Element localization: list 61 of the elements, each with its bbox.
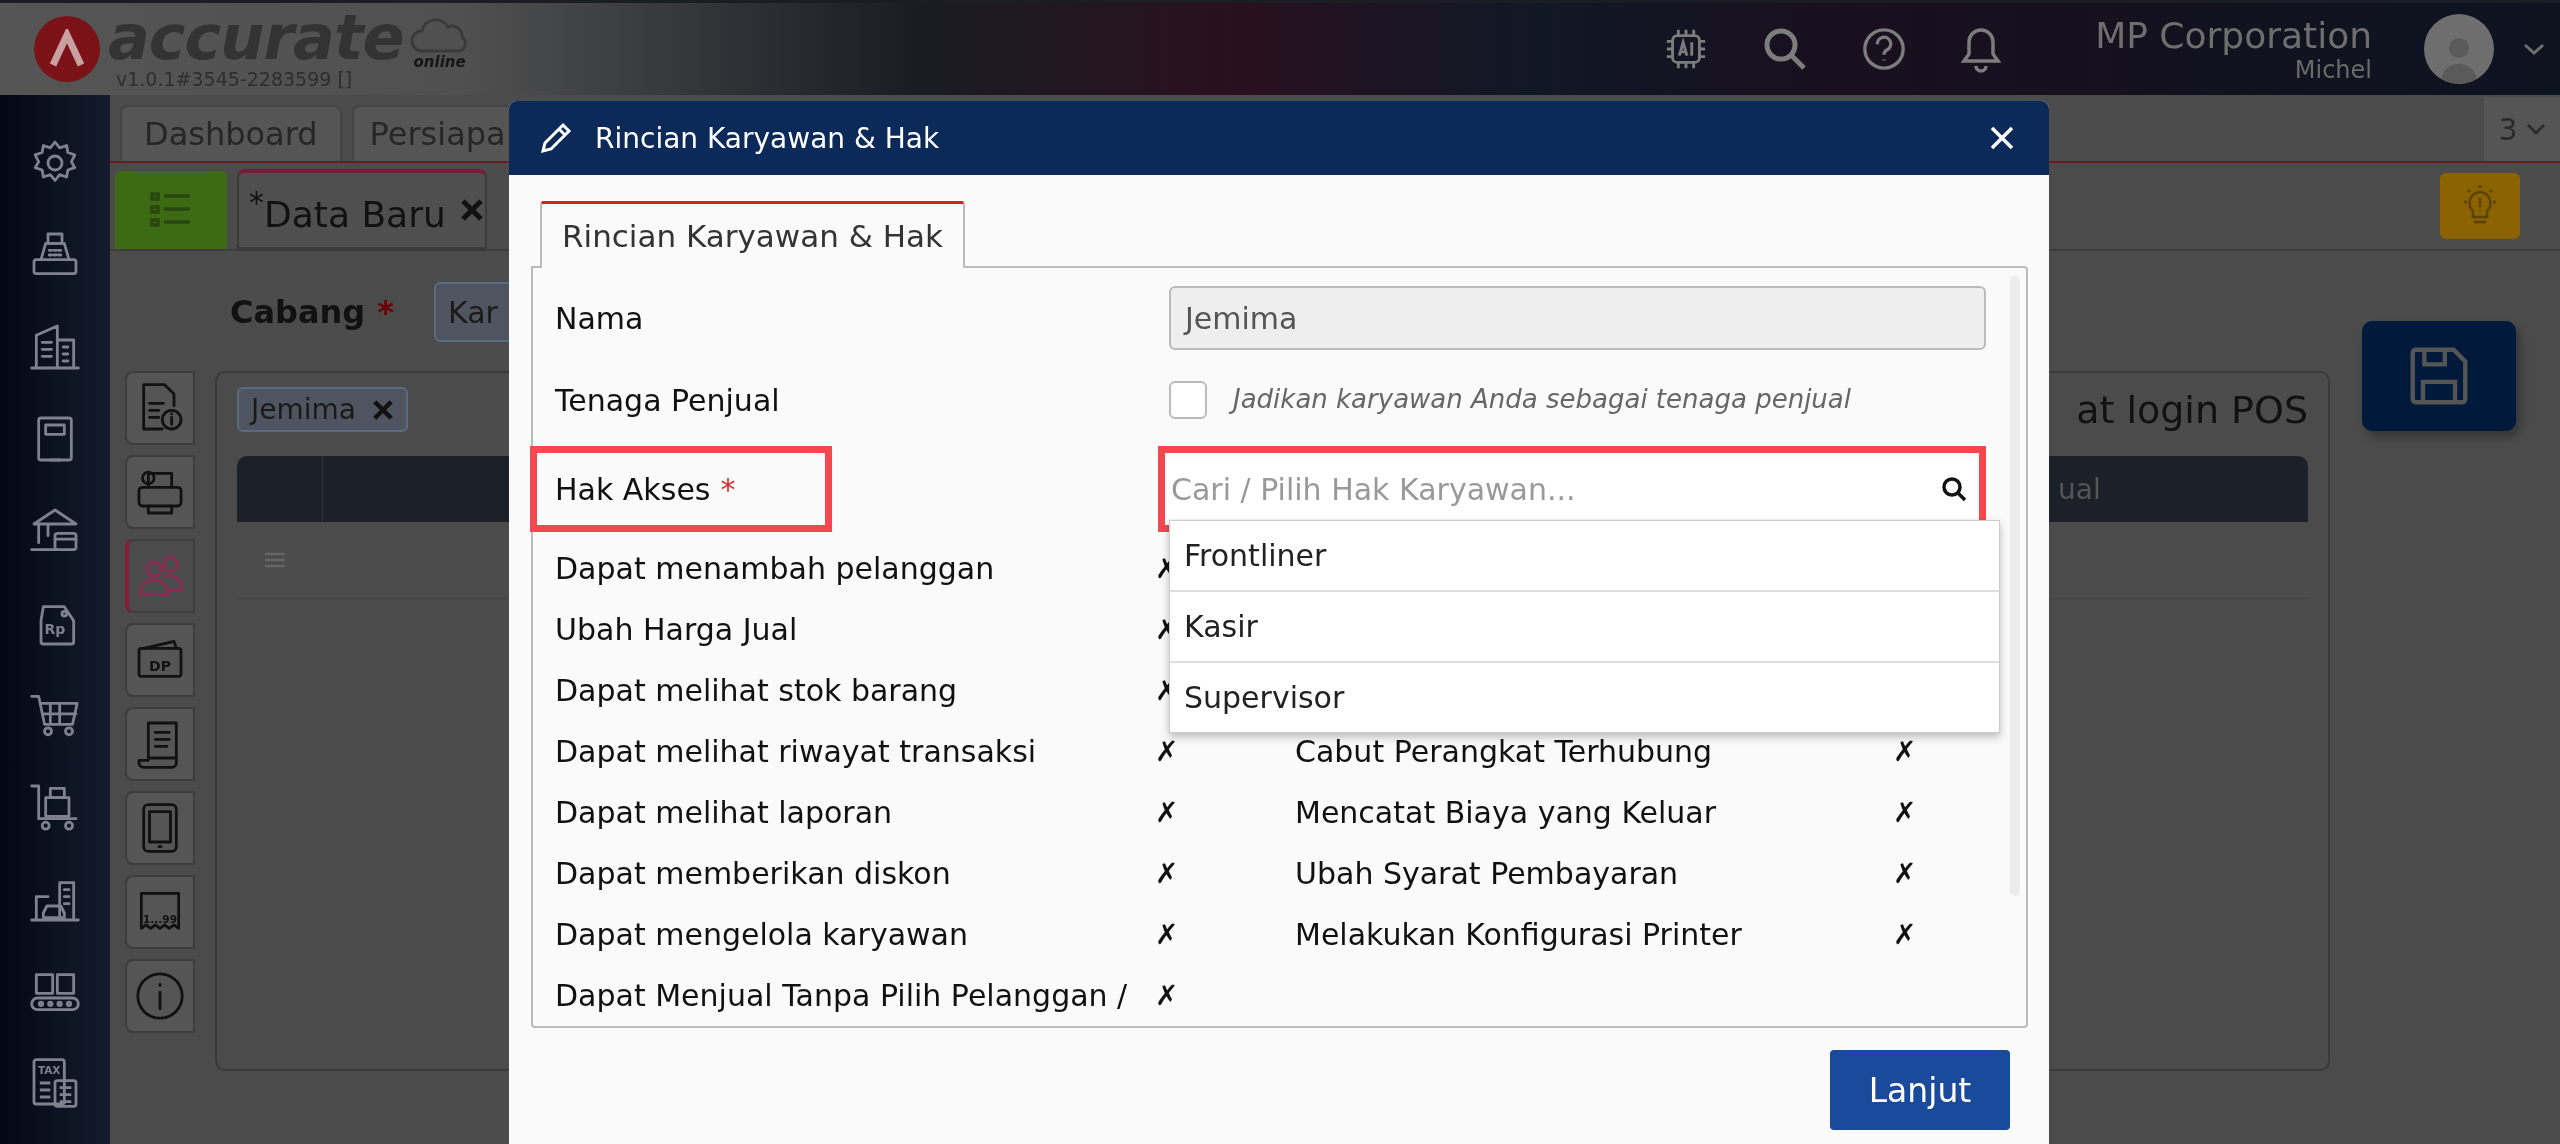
dropdown-option[interactable]: Kasir [1170,592,1999,663]
permission-label: Dapat mengelola karyawan [555,917,969,952]
permission-mark: ✗ [1893,918,1918,951]
name-tag[interactable]: Jemima [237,387,408,432]
permission-mark: ✗ [1893,857,1918,890]
permission-label: Ubah Syarat Pembayaran [1295,856,1680,891]
caret-icon[interactable] [2522,41,2546,57]
dropdown-option[interactable]: Supervisor [1170,663,1999,732]
list-button[interactable] [115,171,227,249]
close-icon[interactable] [459,198,484,222]
field-label: Nama [555,300,645,336]
permission-mark: ✗ [1155,857,1180,890]
company-name: MP Corporation [2095,14,2372,56]
field-label: Hak Akses * [555,471,736,507]
permission-label: Mencatat Biaya yang Keluar [1295,795,1718,830]
permission-label: Dapat Menjual Tanpa Pilih Pelanggan / [555,978,1129,1013]
document-tab[interactable]: $^{*}$Data Baru [237,169,487,249]
field-label: Cabang * [230,293,394,331]
side-tab[interactable] [125,455,195,529]
side-tab[interactable] [125,707,195,781]
close-icon[interactable] [372,398,394,421]
bell-icon[interactable] [1959,25,2004,73]
side-tab[interactable] [125,959,195,1033]
drag-handle-icon[interactable] [263,551,287,569]
permission-mark: ✗ [1893,796,1918,829]
permission-label: Ubah Harga Jual [555,612,799,647]
checkbox-label: Jadikan karyawan Anda sebagai tenaga penjual [1227,377,1859,423]
permission-mark: ✗ [1155,918,1180,951]
permission-label: Dapat melihat laporan [555,795,894,830]
next-button[interactable]: Lanjut [1830,1050,2010,1130]
help-icon[interactable] [1861,26,1908,72]
permission-label: Dapat menambah pelanggan [555,551,996,586]
side-tab[interactable]: 1...99 [125,875,195,949]
column-header: ual [2057,472,2102,506]
pencil-icon [539,121,573,155]
permission-label: Cabut Perangkat Terhubung [1295,734,1714,769]
search-field[interactable]: Cari / Pilih Hak Karyawan... [1165,459,1979,519]
logo-subtitle: online [413,53,466,71]
caret-icon [2525,122,2546,136]
permission-label: Melakukan Konfigurasi Printer [1295,917,1743,952]
tab[interactable]: Rincian Karyawan & Hak [540,201,965,268]
permission-mark: ✗ [1155,796,1180,829]
permission-label: Dapat melihat stok barang [555,673,959,708]
field-label: Tenaga Penjual [555,382,781,418]
permission-mark: ✗ [1893,735,1918,768]
permission-label: Dapat melihat riwayat transaksi [555,734,1038,769]
permission-label: Dapat memberikan diskon [555,856,952,891]
user-name: Michel [2294,55,2372,84]
side-tab[interactable] [125,371,195,445]
save-button[interactable] [2362,321,2516,431]
permission-mark: ✗ [1155,979,1180,1012]
side-tab[interactable] [125,791,195,865]
dropdown-option[interactable]: Frontliner [1170,521,1999,592]
panel-title: at login POS [2076,387,2308,432]
side-tab[interactable]: DP [125,623,195,697]
checkbox[interactable] [1169,381,1207,419]
search-icon[interactable] [1941,476,1967,502]
list-icon [149,190,193,230]
permission-mark: ✗ [1155,735,1180,768]
side-tab[interactable] [125,539,195,613]
lightbulb-button[interactable] [2440,173,2520,239]
